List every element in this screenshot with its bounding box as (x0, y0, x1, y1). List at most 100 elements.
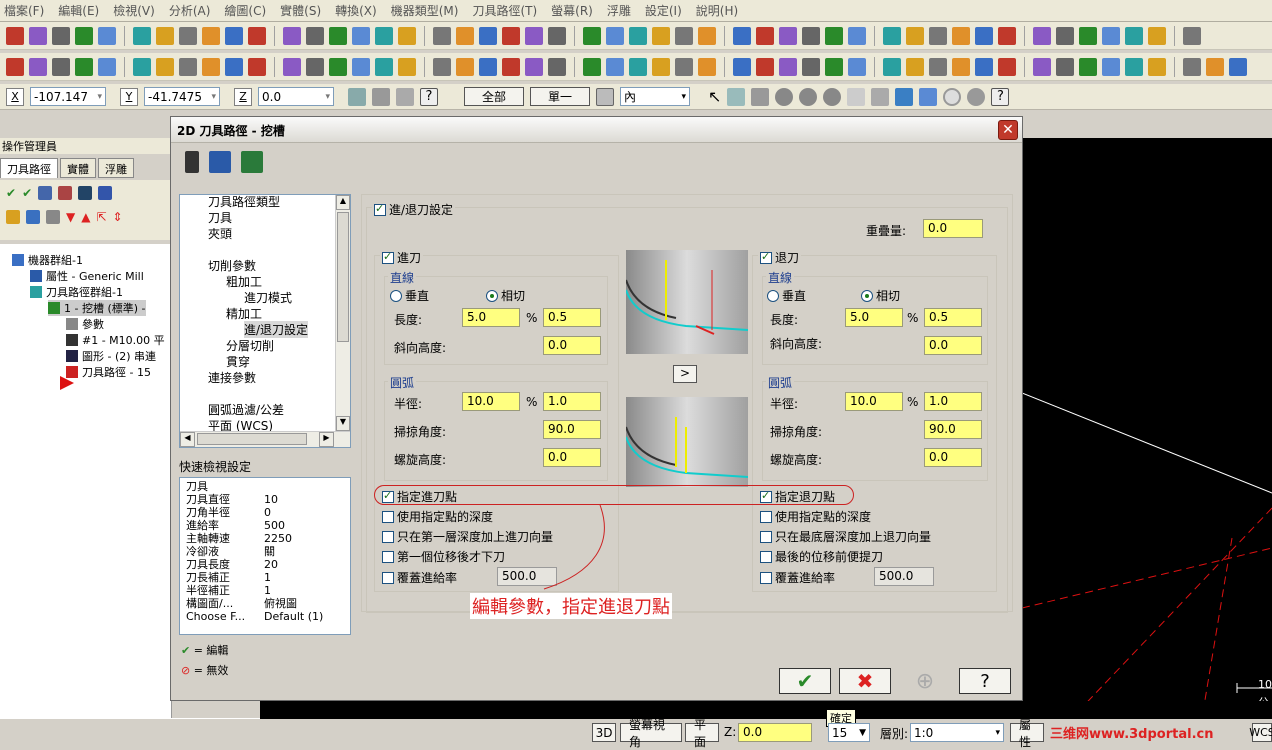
main-tool-icon-45[interactable] (1125, 26, 1143, 45)
main-tool-icon-11[interactable] (283, 26, 301, 45)
end-select-icon[interactable] (967, 87, 986, 106)
menu-item-11[interactable]: 設定(I) (645, 2, 682, 19)
draw-tool-icon-35[interactable] (883, 57, 901, 76)
exit-tangent-option[interactable]: 相切 (861, 287, 900, 304)
main-tool-icon-22[interactable] (548, 26, 566, 45)
ops-tree-item[interactable]: 屬性 - Generic Mill (30, 268, 144, 284)
nav-tree-item[interactable]: 夾頭 (208, 225, 232, 242)
nav-tree-item[interactable]: 進刀模式 (244, 289, 292, 306)
ops-tree-item[interactable]: 機器群組-1 (12, 252, 83, 268)
draw-tool-icon-19[interactable] (479, 57, 497, 76)
toggle-post-icon[interactable] (46, 210, 60, 224)
entry-ramp-input[interactable]: 0.0 (543, 336, 601, 355)
entry-checkbox[interactable] (382, 250, 394, 264)
main-tool-icon-36[interactable] (906, 26, 924, 45)
draw-tool-icon-10[interactable] (248, 57, 266, 76)
fastpoint-icon[interactable] (372, 87, 390, 106)
help-button[interactable]: ? (959, 668, 1011, 694)
help-icon[interactable]: ? (420, 87, 438, 106)
backplot-icon[interactable] (58, 186, 73, 200)
menu-item-1[interactable]: 編輯(E) (58, 2, 99, 19)
help2-icon[interactable]: ? (991, 87, 1010, 106)
draw-tool-icon-44[interactable] (1102, 57, 1120, 76)
draw-tool-icon-3[interactable] (75, 57, 93, 76)
draw-tool-icon-46[interactable] (1148, 57, 1166, 76)
ops-tree-item[interactable]: #1 - M10.00 平 (66, 332, 165, 348)
main-tool-icon-3[interactable] (75, 26, 93, 45)
main-tool-icon-16[interactable] (398, 26, 416, 45)
menu-item-5[interactable]: 實體(S) (280, 2, 321, 19)
entry-exit-checkbox[interactable] (374, 202, 386, 216)
exit-helix-input[interactable]: 0.0 (924, 448, 982, 467)
exit-depth-option[interactable]: 使用指定點的深度 (760, 508, 871, 525)
draw-tool-icon-42[interactable] (1056, 57, 1074, 76)
main-tool-icon-20[interactable] (502, 26, 520, 45)
draw-tool-icon-45[interactable] (1125, 57, 1143, 76)
entry-tangent-option[interactable]: 相切 (486, 287, 525, 304)
move-down-icon[interactable]: ▼ (66, 210, 75, 224)
y-field[interactable]: -41.7475 ▾ (144, 87, 220, 106)
draw-tool-icon-26[interactable] (652, 57, 670, 76)
graphics-viewport[interactable]: 10 公 (1022, 138, 1272, 718)
draw-tool-icon-12[interactable] (306, 57, 324, 76)
exit-feed-input[interactable]: 500.0 (874, 567, 934, 586)
exit-tangent-radio[interactable] (861, 290, 873, 302)
menu-item-4[interactable]: 繪圖(C) (224, 2, 266, 19)
main-tool-icon-9[interactable] (225, 26, 243, 45)
draw-tool-icon-27[interactable] (675, 57, 693, 76)
exit-toggle[interactable]: 退刀 (758, 249, 802, 266)
exit-ramp-input[interactable]: 0.0 (924, 336, 982, 355)
main-tool-icon-39[interactable] (975, 26, 993, 45)
nav-tree-item[interactable]: 切削參數 (208, 257, 256, 274)
entry-perp-radio[interactable] (390, 290, 402, 302)
draw-tool-icon-21[interactable] (525, 57, 543, 76)
main-tool-icon-26[interactable] (652, 26, 670, 45)
entry-length-pct-input[interactable]: 0.5 (543, 308, 601, 327)
menu-item-3[interactable]: 分析(A) (169, 2, 211, 19)
draw-tool-icon-29[interactable] (733, 57, 751, 76)
draw-tool-icon-8[interactable] (202, 57, 220, 76)
main-tool-icon-25[interactable] (629, 26, 647, 45)
draw-tool-icon-11[interactable] (283, 57, 301, 76)
regen-dirty-icon[interactable] (38, 186, 53, 200)
loop-select-icon[interactable] (871, 87, 890, 106)
draw-tool-icon-17[interactable] (433, 57, 451, 76)
draw-tool-icon-30[interactable] (756, 57, 774, 76)
entry-first-checkbox[interactable] (382, 531, 394, 543)
menu-item-12[interactable]: 說明(H) (696, 2, 738, 19)
draw-tool-icon-1[interactable] (29, 57, 47, 76)
draw-tool-icon-41[interactable] (1033, 57, 1051, 76)
verify-selection-icon[interactable] (596, 87, 614, 106)
draw-tool-icon-2[interactable] (52, 57, 70, 76)
nav-tree-item[interactable]: 分層切削 (226, 337, 274, 354)
ops-tab-1[interactable]: 實體 (60, 158, 96, 178)
select-single-button[interactable]: 單一 (530, 87, 590, 106)
entry-radius-pct-input[interactable]: 1.0 (543, 392, 601, 411)
edge-select-icon[interactable] (823, 87, 842, 106)
draw-tool-icon-49[interactable] (1229, 57, 1247, 76)
entry-depth-checkbox[interactable] (382, 511, 394, 523)
autocursor-icon[interactable] (348, 87, 366, 106)
main-tool-icon-13[interactable] (329, 26, 347, 45)
main-tool-icon-4[interactable] (98, 26, 116, 45)
face-select-icon[interactable] (775, 87, 794, 106)
nav-tree-item[interactable]: 進/退刀設定 (244, 321, 309, 338)
exit-length-input[interactable]: 5.0 (845, 308, 903, 327)
move-up-icon[interactable]: ▲ (81, 210, 90, 224)
exit-checkbox[interactable] (760, 250, 772, 264)
draw-tool-icon-16[interactable] (398, 57, 416, 76)
menu-item-6[interactable]: 轉換(X) (335, 2, 377, 19)
main-tool-icon-27[interactable] (675, 26, 693, 45)
x-field[interactable]: -107.147 ▾ (30, 87, 106, 106)
main-tool-icon-31[interactable] (779, 26, 797, 45)
entry-toggle[interactable]: 進刀 (380, 249, 424, 266)
exit-length-pct-input[interactable]: 0.5 (924, 308, 982, 327)
main-tool-icon-35[interactable] (883, 26, 901, 45)
entry-depth-option[interactable]: 使用指定點的深度 (382, 508, 493, 525)
draw-tool-icon-38[interactable] (952, 57, 970, 76)
draw-tool-icon-43[interactable] (1079, 57, 1097, 76)
nav-tree-item[interactable]: 粗加工 (226, 273, 262, 290)
draw-tool-icon-0[interactable] (6, 57, 24, 76)
main-tool-icon-33[interactable] (825, 26, 843, 45)
main-tool-icon-30[interactable] (756, 26, 774, 45)
